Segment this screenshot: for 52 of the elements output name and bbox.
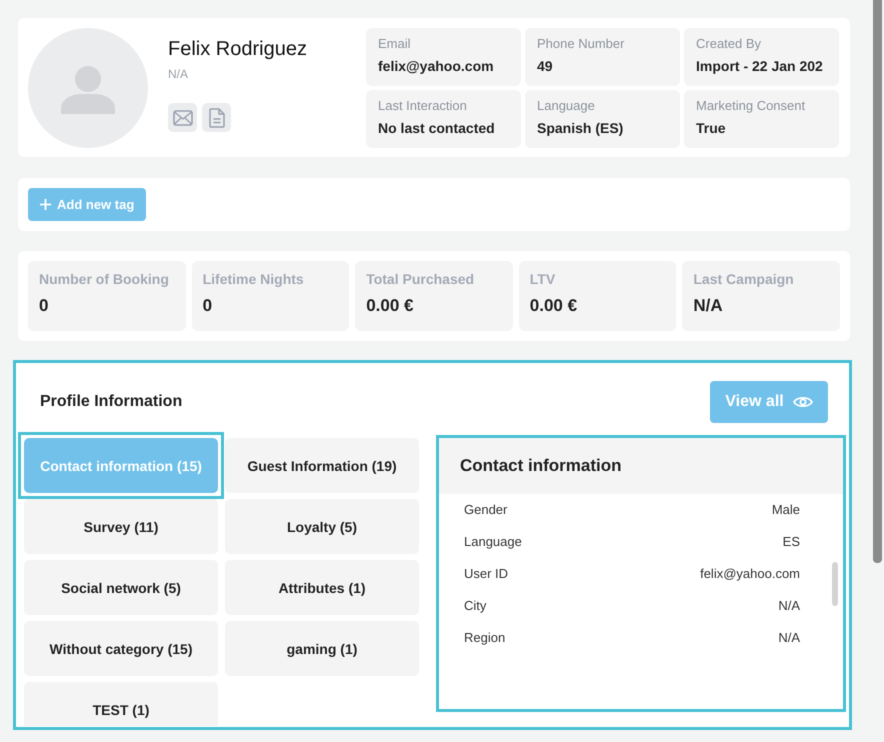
- document-icon: [208, 108, 224, 128]
- stat-label: Total Purchased: [366, 271, 476, 287]
- field-value: Spanish (ES): [537, 120, 624, 136]
- scrollbar-thumb[interactable]: [832, 562, 838, 606]
- section-title: Profile Information: [40, 393, 182, 411]
- stat-value: 0: [39, 296, 50, 316]
- field-value: Import - 22 Jan 202: [696, 58, 824, 74]
- detail-value: N/A: [778, 598, 800, 613]
- envelope-icon: [172, 110, 192, 126]
- detail-label: City: [464, 598, 486, 613]
- detail-label: Gender: [464, 502, 508, 517]
- field-label: Marketing Consent: [696, 98, 806, 113]
- category-tab[interactable]: TEST (1): [24, 682, 218, 726]
- stat-label: Number of Booking: [39, 271, 170, 287]
- field-label: Language: [537, 98, 596, 113]
- eye-icon: [792, 395, 813, 409]
- stat-label: Last Campaign: [693, 271, 795, 287]
- category-tab[interactable]: Attributes (1): [225, 560, 419, 615]
- field-label: Email: [378, 36, 412, 51]
- person-icon: [61, 66, 115, 114]
- stat-label: Lifetime Nights: [202, 271, 305, 287]
- document-button[interactable]: [202, 103, 231, 132]
- stat-value: 0: [202, 296, 214, 316]
- category-tab[interactable]: Without category (15): [24, 621, 218, 676]
- email-button[interactable]: [168, 103, 197, 132]
- stat-value: N/A: [693, 296, 724, 316]
- stat-value: 0.00 €: [366, 296, 414, 316]
- category-tab[interactable]: gaming (1): [225, 621, 419, 676]
- detail-value: ES: [782, 534, 800, 549]
- detail-value: N/A: [778, 630, 800, 645]
- stat-value: 0.00 €: [530, 296, 578, 316]
- category-tab[interactable]: Survey (11): [24, 499, 218, 554]
- field-label: Created By: [696, 36, 762, 51]
- detail-label: User ID: [464, 566, 508, 581]
- field-value: 49: [537, 58, 554, 74]
- detail-label: Region: [464, 630, 506, 645]
- panel-title: Contact information: [460, 456, 622, 476]
- field-value: felix@yahoo.com: [378, 58, 495, 74]
- stat-label: LTV: [530, 271, 556, 287]
- field-label: Phone Number: [537, 36, 626, 51]
- field-label: Last Interaction: [378, 98, 468, 113]
- detail-label: Language: [464, 534, 522, 549]
- field-value: True: [696, 120, 727, 136]
- detail-value: felix@yahoo.com: [700, 566, 800, 581]
- detail-value: Male: [772, 502, 800, 517]
- category-tab[interactable]: Guest Information (19): [225, 438, 419, 493]
- plus-icon: [40, 199, 51, 210]
- category-tab[interactable]: Loyalty (5): [225, 499, 419, 554]
- contact-name: Felix Rodriguez: [168, 38, 308, 61]
- category-tab[interactable]: Social network (5): [24, 560, 218, 615]
- field-value: No last contacted: [378, 120, 496, 136]
- contact-subtitle: N/A: [168, 67, 190, 81]
